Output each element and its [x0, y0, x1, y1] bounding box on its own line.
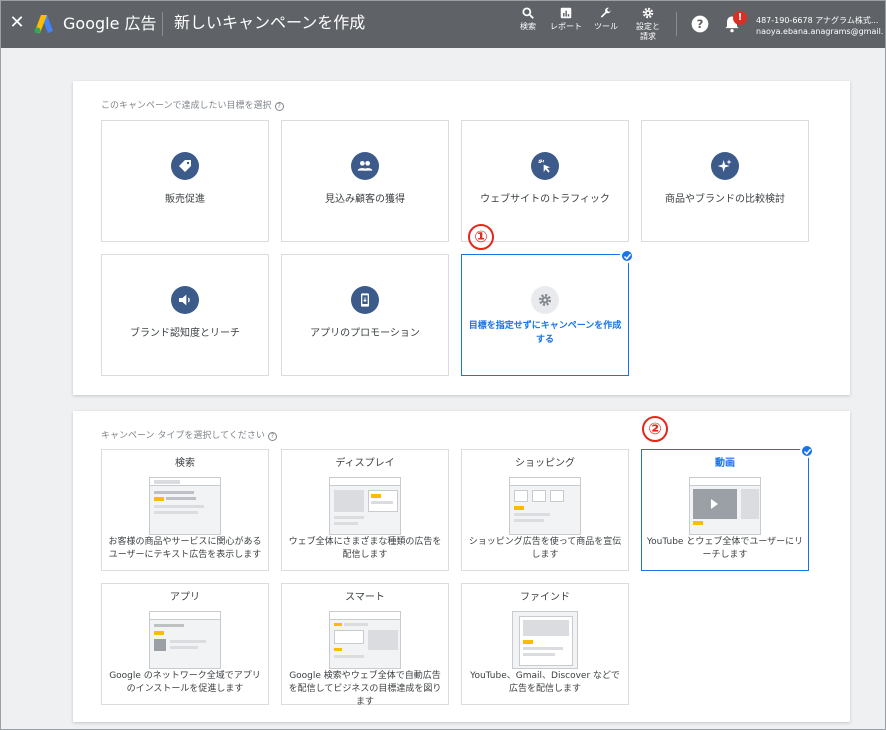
cursor-click-icon [531, 152, 559, 180]
top-bar: ✕ Google 広告 新しいキャンペーンを作成 検索 レポート ツール 設定と… [0, 0, 886, 48]
google-ads-logo [32, 12, 56, 36]
type-card-shopping[interactable]: ショッピング ショッピング広告を使って商品を宣伝します [461, 449, 629, 571]
type-label: ディスプレイ [282, 457, 448, 471]
goal-card-consideration[interactable]: 商品やブランドの比較検討 [641, 120, 809, 242]
report-icon [559, 6, 573, 20]
type-label: アプリ [102, 591, 268, 605]
type-description: お客様の商品やサービスに関心があるユーザーにテキスト広告を表示します [106, 536, 264, 562]
type-card-display[interactable]: ディスプレイ ウェブ全体にさまざまな種類の広告を配信します [281, 449, 449, 571]
type-description: ショッピング広告を使って商品を宣伝します [466, 536, 624, 562]
smartphone-icon [351, 286, 379, 314]
tag-icon [171, 152, 199, 180]
app-ad-illustration [149, 611, 221, 669]
settings-billing-button[interactable]: 設定と請求 [628, 6, 668, 44]
display-ad-illustration [329, 477, 401, 535]
annotation-marker: ② [642, 416, 668, 442]
goal-card-traffic[interactable]: ウェブサイトのトラフィック [461, 120, 629, 242]
report-tool-button[interactable]: レポート [546, 6, 586, 44]
goal-label: ウェブサイトのトラフィック [468, 193, 622, 207]
goal-label: 見込み顧客の獲得 [288, 193, 442, 207]
goal-card-no-goal[interactable]: 目標を指定せずにキャンペーンを作成する [461, 254, 629, 376]
type-description: ウェブ全体にさまざまな種類の広告を配信します [286, 536, 444, 562]
divider [676, 12, 677, 36]
type-description: YouTube、Gmail、Discover などで広告を配信します [466, 670, 624, 696]
report-tool-label: レポート [546, 22, 586, 32]
shopping-ad-illustration [509, 477, 581, 535]
tools-label: ツール [586, 22, 626, 32]
campaign-types-panel: キャンペーン タイプを選択してください? 検索 お客様の商品やサービスに関心があ… [73, 411, 850, 722]
settings-billing-label: 設定と請求 [633, 22, 663, 42]
brand-name: Google 広告 [63, 13, 157, 35]
sparkle-icon [711, 152, 739, 180]
divider [162, 12, 163, 36]
search-ad-illustration [149, 477, 221, 535]
help-icon[interactable]: ? [275, 102, 284, 111]
svg-text:?: ? [697, 17, 704, 31]
search-tool-label: 検索 [508, 22, 548, 32]
help-icon[interactable]: ? [690, 14, 710, 34]
type-label: 検索 [102, 457, 268, 471]
gear-icon [641, 6, 655, 20]
goal-label: 商品やブランドの比較検討 [648, 193, 802, 207]
close-icon[interactable]: ✕ [8, 13, 26, 33]
goal-label: 販売促進 [108, 193, 262, 207]
help-icon[interactable]: ? [268, 432, 277, 441]
account-id: 487-190-6678 アナグラム株式... [756, 15, 884, 26]
type-label: ショッピング [462, 457, 628, 471]
type-card-video[interactable]: 動画 YouTube とウェブ全体でユーザーにリーチします [641, 449, 809, 571]
search-icon [521, 6, 535, 20]
type-card-search[interactable]: 検索 お客様の商品やサービスに関心があるユーザーにテキスト広告を表示します [101, 449, 269, 571]
type-card-app[interactable]: アプリ Google のネットワーク全域でアプリのインストールを促進します [101, 583, 269, 705]
account-email: naoya.ebana.anagrams@gmail.... [756, 26, 884, 37]
type-label: 動画 [642, 457, 808, 471]
goals-section-title: このキャンペーンで達成したい目標を選択? [101, 100, 284, 112]
tools-button[interactable]: ツール [586, 6, 626, 44]
types-section-title: キャンペーン タイプを選択してください? [101, 430, 277, 442]
page-title: 新しいキャンペーンを作成 [174, 12, 365, 34]
goal-label: アプリのプロモーション [288, 327, 442, 341]
annotation-marker: ① [468, 224, 494, 250]
selected-check-icon [800, 444, 814, 458]
goal-card-awareness[interactable]: ブランド認知度とリーチ [101, 254, 269, 376]
selected-check-icon [620, 249, 634, 263]
type-card-discovery[interactable]: ファインド YouTube、Gmail、Discover などで広告を配信します [461, 583, 629, 705]
goals-panel: このキャンペーンで達成したい目標を選択? 販売促進 見込み顧客の獲得 ウェブサイ… [73, 81, 850, 395]
goal-card-leads[interactable]: 見込み顧客の獲得 [281, 120, 449, 242]
discovery-ad-illustration [512, 611, 578, 669]
goal-label: ブランド認知度とリーチ [108, 327, 262, 341]
goal-card-sales[interactable]: 販売促進 [101, 120, 269, 242]
type-label: ファインド [462, 591, 628, 605]
speaker-icon [171, 286, 199, 314]
notification-badge: ! [733, 11, 747, 25]
type-description: YouTube とウェブ全体でユーザーにリーチします [646, 536, 804, 562]
search-tool-button[interactable]: 検索 [508, 6, 548, 44]
smart-ad-illustration [329, 611, 401, 669]
account-switcher[interactable]: 487-190-6678 アナグラム株式... naoya.ebana.anag… [756, 15, 884, 37]
gear-icon [531, 286, 559, 314]
type-description: Google のネットワーク全域でアプリのインストールを促進します [106, 670, 264, 696]
people-icon [351, 152, 379, 180]
type-label: スマート [282, 591, 448, 605]
goal-card-app-promotion[interactable]: アプリのプロモーション [281, 254, 449, 376]
type-description: Google 検索やウェブ全体で自動広告を配信してビジネスの目標達成を図ります [286, 670, 444, 709]
type-card-smart[interactable]: スマート Google 検索やウェブ全体で自動広告を配信してビジネスの目標達成を… [281, 583, 449, 705]
goal-label: 目標を指定せずにキャンペーンを作成する [468, 319, 622, 347]
wrench-icon [599, 6, 613, 20]
video-ad-illustration [689, 477, 761, 535]
